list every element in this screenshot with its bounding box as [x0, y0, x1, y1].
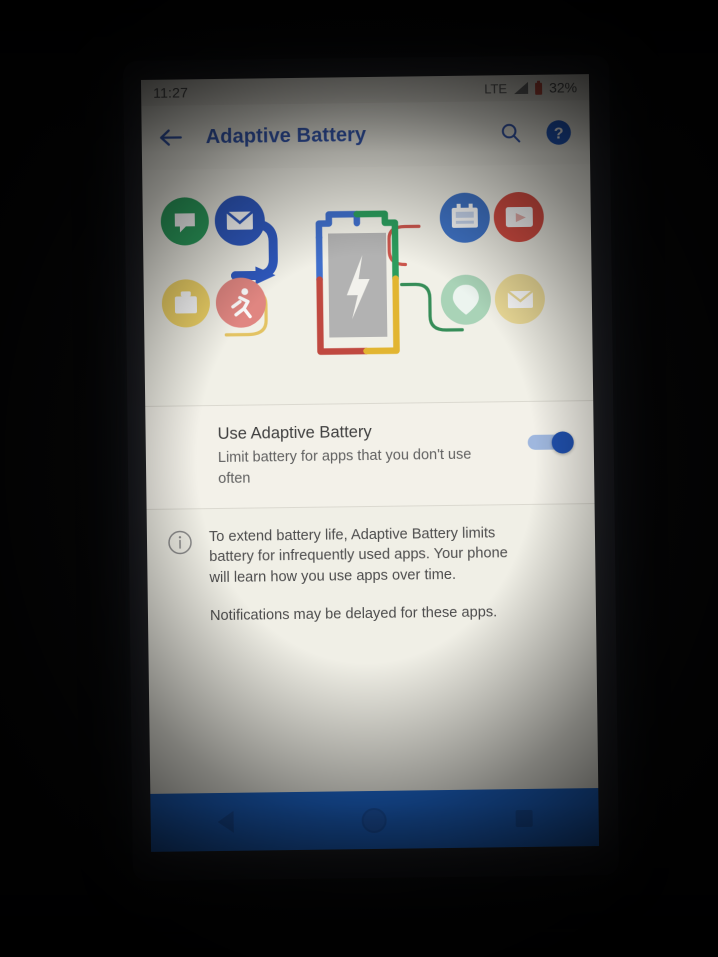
info-section: To extend battery life, Adaptive Battery… [146, 503, 597, 650]
fitness-app-icon [215, 277, 266, 328]
system-navigation-bar [150, 788, 600, 852]
search-icon[interactable] [493, 116, 527, 150]
square-recents-icon [515, 809, 533, 827]
mail-muted-app-icon [494, 274, 545, 325]
adaptive-battery-illustration [142, 164, 594, 406]
toggle-title: Use Adaptive Battery [217, 422, 372, 443]
back-button[interactable] [198, 802, 253, 843]
phone-screen: 11:27 LTE 32% Adaptive Battery ? Use Ada… [140, 74, 600, 852]
maps-app-icon [440, 274, 491, 325]
circle-home-icon [361, 807, 388, 833]
home-button[interactable] [347, 800, 402, 841]
video-app-icon [493, 192, 544, 243]
status-clock: 11:27 [153, 84, 189, 101]
work-app-icon [161, 279, 210, 328]
status-icons: LTE 32% [484, 79, 577, 96]
network-type-label: LTE [484, 80, 508, 96]
switch-thumb [551, 431, 574, 454]
battery-percent-label: 32% [548, 79, 578, 96]
chat-app-icon [160, 197, 209, 246]
phone-photo: 11:27 LTE 32% Adaptive Battery ? Use Ada… [0, 0, 718, 957]
info-paragraph-1: To extend battery life, Adaptive Battery… [208, 525, 508, 587]
info-circle-icon [167, 529, 193, 555]
toggle-subtitle: Limit battery for apps that you don't us… [217, 446, 472, 487]
adaptive-battery-switch[interactable] [527, 431, 574, 454]
app-bar: Adaptive Battery ? [141, 100, 591, 170]
info-text-block: To extend battery life, Adaptive Battery… [209, 523, 522, 627]
battery-low-icon [534, 80, 543, 95]
mail-app-icon [214, 195, 265, 246]
toggle-text-block: Use Adaptive Battery Limit battery for a… [217, 420, 528, 490]
triangle-back-icon [217, 810, 234, 834]
news-app-icon [439, 192, 490, 243]
arrow-back-icon[interactable] [156, 122, 186, 152]
svg-text:?: ? [554, 125, 564, 142]
recents-button[interactable] [497, 798, 552, 839]
page-title: Adaptive Battery [205, 123, 367, 148]
signal-bars-icon [513, 81, 529, 95]
info-paragraph-2: Notifications may be delayed for these a… [209, 604, 498, 624]
help-circle-icon[interactable]: ? [541, 115, 575, 149]
use-adaptive-battery-row[interactable]: Use Adaptive Battery Limit battery for a… [145, 401, 595, 509]
content-filler [148, 643, 599, 794]
